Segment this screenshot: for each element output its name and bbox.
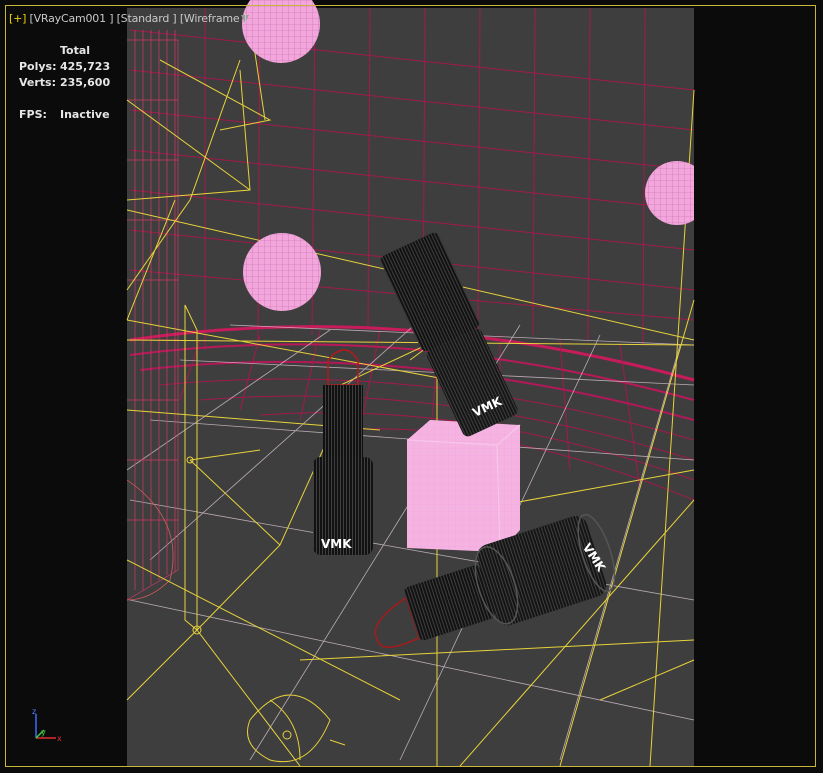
viewport-active-border bbox=[5, 5, 816, 767]
polys-label: Polys: bbox=[19, 60, 57, 73]
verts-label: Verts: bbox=[19, 76, 57, 89]
verts-value: 235,600 bbox=[60, 76, 111, 89]
statistics-overlay: Total Polys: 425,723 Verts: 235,600 FPS: In… bbox=[19, 43, 110, 123]
axis-x-label: x bbox=[57, 734, 62, 743]
fps-value: Inactive bbox=[60, 108, 110, 121]
viewport[interactable]: VMK VMK VMK [+] [VRayCam001 ] [Standard bbox=[0, 0, 823, 773]
axis-z-label: z bbox=[32, 708, 36, 716]
fps-label: FPS: bbox=[19, 108, 47, 121]
polys-value: 425,723 bbox=[60, 60, 111, 73]
stats-header: Total bbox=[60, 44, 91, 57]
viewport-general-menu[interactable]: [+] bbox=[9, 12, 26, 25]
viewport-camera-menu[interactable]: [VRayCam001 ] bbox=[30, 12, 114, 25]
viewport-label-menu[interactable]: [+] [VRayCam001 ] [Standard ] [Wireframe… bbox=[9, 12, 247, 25]
viewport-shading-menu[interactable]: [Wireframe ] bbox=[180, 12, 247, 25]
viewport-mode-menu[interactable]: [Standard ] bbox=[117, 12, 177, 25]
axis-tripod-icon: z x y bbox=[32, 708, 62, 743]
axis-y-label: y bbox=[41, 728, 46, 737]
